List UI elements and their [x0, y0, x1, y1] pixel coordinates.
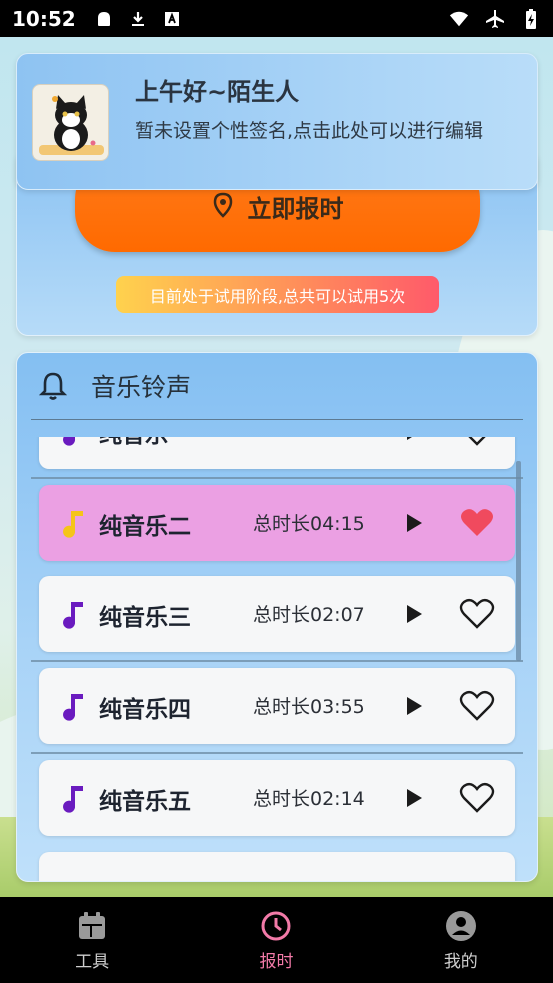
- ringtone-list[interactable]: 纯音乐一 纯音乐二 总时长04:15: [17, 437, 537, 881]
- bell-icon: [37, 370, 69, 402]
- clock-icon: [259, 909, 293, 943]
- list-item[interactable]: 纯音乐三 总时长02:07: [39, 576, 515, 652]
- ringtone-card: 音乐铃声 纯音乐一 纯音乐二 总时长04:15: [16, 352, 538, 882]
- location-pin-icon: [212, 192, 234, 224]
- song-name: 纯音乐一: [99, 437, 191, 449]
- bottom-nav: 工具 报时 我的: [0, 897, 553, 983]
- song-duration: 总时长03:55: [253, 696, 365, 718]
- profile-icon: [444, 909, 478, 943]
- music-note-icon: [61, 782, 89, 814]
- nav-item-report-time[interactable]: 报时: [184, 897, 368, 983]
- play-icon[interactable]: [401, 437, 427, 445]
- nav-label-mine: 我的: [443, 951, 478, 972]
- list-item[interactable]: 纯音乐一: [39, 437, 515, 469]
- nav-item-tools[interactable]: 工具: [0, 897, 184, 983]
- list-item[interactable]: 纯音乐五 总时长02:14: [39, 760, 515, 836]
- battery-icon: [521, 8, 541, 29]
- nav-item-mine[interactable]: 我的: [369, 897, 553, 983]
- music-note-icon: [61, 507, 89, 539]
- nav-label-tools: 工具: [75, 951, 110, 972]
- status-time: 10:52: [12, 6, 76, 31]
- song-name: 纯音乐四: [99, 697, 191, 723]
- list-item[interactable]: [39, 852, 515, 881]
- signature-text[interactable]: 暂未设置个性签名,点击此处可以进行编辑: [135, 116, 520, 147]
- song-duration: 总时长02:14: [253, 788, 365, 810]
- music-note-icon: [61, 690, 89, 722]
- ringtone-header: 音乐铃声: [31, 353, 523, 420]
- music-note-icon: [61, 598, 89, 630]
- heart-filled-icon[interactable]: [457, 505, 497, 541]
- android-icon: [94, 9, 114, 29]
- divider: [31, 752, 523, 754]
- scrollbar[interactable]: [516, 461, 521, 661]
- status-bar: 10:52: [0, 0, 553, 37]
- nav-label-report-time: 报时: [259, 951, 294, 972]
- heart-outline-icon[interactable]: [457, 437, 497, 449]
- greeting-text: 上午好~陌生人: [135, 78, 300, 106]
- music-note-icon: [61, 437, 89, 447]
- report-time-label: 立即报时: [247, 195, 344, 223]
- song-name: 纯音乐三: [99, 605, 191, 631]
- play-icon[interactable]: [401, 600, 427, 628]
- list-item[interactable]: 纯音乐四 总时长03:55: [39, 668, 515, 744]
- heart-outline-icon[interactable]: [457, 780, 497, 816]
- play-icon[interactable]: [401, 784, 427, 812]
- song-name: 纯音乐五: [99, 789, 191, 815]
- trial-notice: 目前处于试用阶段,总共可以试用5次: [116, 276, 439, 313]
- font-icon: [162, 9, 182, 29]
- cat-avatar[interactable]: [32, 84, 109, 161]
- heart-outline-icon[interactable]: [457, 596, 497, 632]
- song-duration: 总时长02:07: [253, 604, 365, 626]
- list-item[interactable]: 纯音乐二 总时长04:15: [39, 485, 515, 561]
- song-duration: 总时长04:15: [253, 513, 365, 535]
- play-icon[interactable]: [401, 509, 427, 537]
- play-icon[interactable]: [401, 692, 427, 720]
- download-icon: [128, 9, 148, 29]
- divider: [31, 477, 523, 479]
- ringtone-title: 音乐铃声: [91, 373, 192, 402]
- profile-card[interactable]: 上午好~陌生人 暂未设置个性签名,点击此处可以进行编辑: [16, 53, 538, 190]
- airplane-icon: [485, 9, 505, 29]
- wifi-icon: [449, 9, 469, 29]
- divider: [31, 660, 523, 662]
- calendar-icon: [75, 909, 109, 943]
- song-name: 纯音乐二: [99, 514, 191, 540]
- heart-outline-icon[interactable]: [457, 688, 497, 724]
